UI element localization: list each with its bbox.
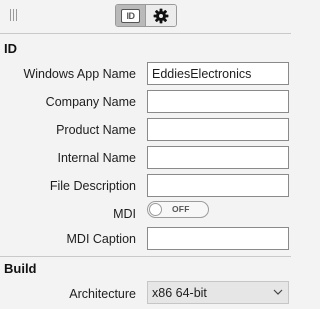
grip-icon[interactable] [10,9,18,21]
file-description-label: File Description [49,179,136,193]
architecture-value: x86 64-bit [152,286,207,300]
product-name-field[interactable] [147,118,289,141]
section-title-id: ID [4,41,17,56]
mdi-caption-label: MDI Caption [66,232,136,246]
section-title-build: Build [4,261,37,276]
mdi-toggle-knob [149,203,162,216]
architecture-label: Architecture [69,287,136,301]
toolbar-divider [0,33,291,34]
id-view-button[interactable]: ID [116,5,146,26]
settings-view-button[interactable] [146,5,176,26]
internal-name-field[interactable] [147,146,289,169]
app-name-label: Windows App Name [23,67,136,81]
internal-name-label: Internal Name [57,151,136,165]
gear-icon [153,8,169,23]
company-name-label: Company Name [45,95,136,109]
mdi-caption-field[interactable] [147,227,289,250]
product-name-label: Product Name [56,123,136,137]
section-divider [0,256,291,257]
architecture-select[interactable]: x86 64-bit [147,281,289,304]
id-icon: ID [121,8,140,23]
file-description-field[interactable] [147,174,289,197]
view-toggle-group: ID [115,4,177,27]
mdi-label: MDI [113,207,136,221]
mdi-toggle[interactable]: OFF [147,201,209,218]
toolbar: ID [0,0,291,33]
company-name-field[interactable] [147,90,289,113]
mdi-toggle-state: OFF [172,204,190,214]
chevron-down-icon [273,289,283,295]
app-name-field[interactable] [147,62,289,85]
